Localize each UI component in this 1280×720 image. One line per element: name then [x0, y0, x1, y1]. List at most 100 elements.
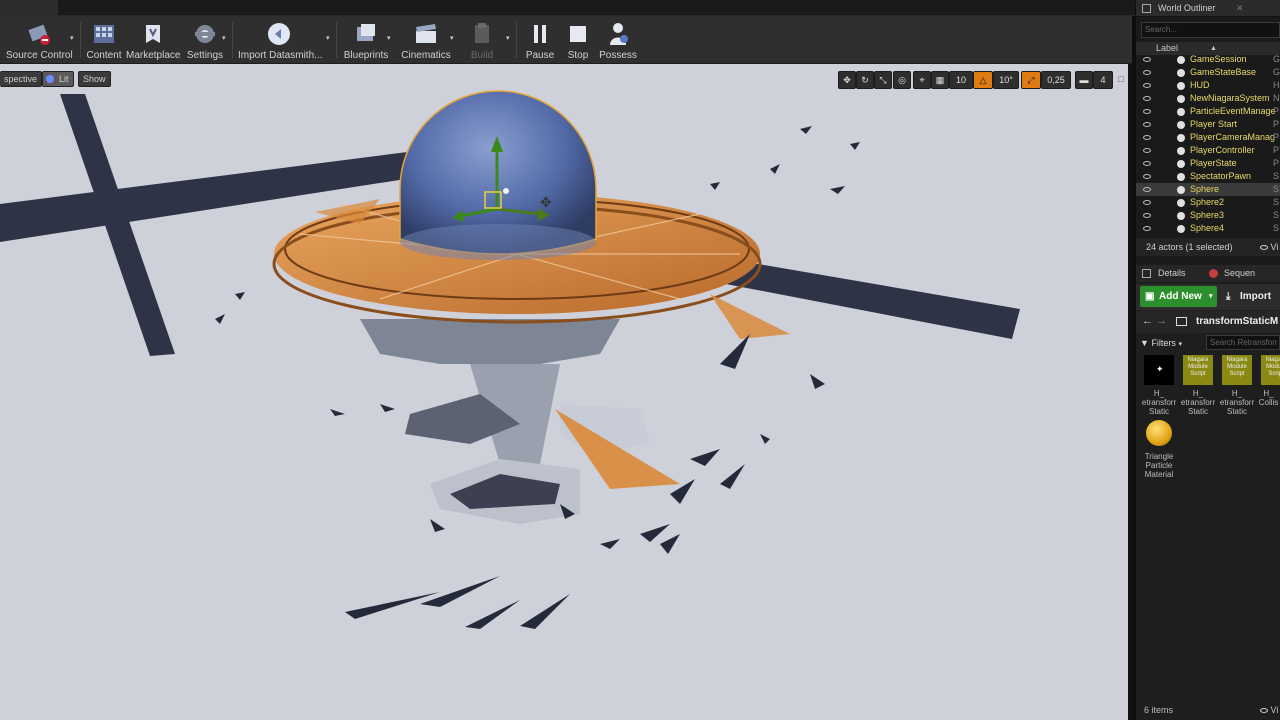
chevron-down-icon: ▾	[1178, 341, 1182, 348]
visibility-eye-icon[interactable]	[1143, 187, 1151, 192]
asset-tile[interactable]: Triangle Particle Material	[1140, 418, 1178, 479]
import-button[interactable]: ⤓ Import	[1222, 286, 1278, 307]
actor-type: N	[1273, 93, 1280, 103]
rotation-snap-value[interactable]: 10°	[993, 71, 1019, 89]
level-viewport[interactable]: ✥ spective Lit Show ✥ ↻ ⤡ ◎ ⌖ ▦ 10 △ 10°…	[0, 64, 1132, 720]
visibility-eye-icon[interactable]	[1143, 122, 1151, 127]
filters-button[interactable]: ▼ Filters ▾	[1140, 336, 1182, 352]
actor-icon	[1177, 160, 1185, 168]
current-path[interactable]: transformStaticM	[1196, 311, 1278, 333]
import-datasmith-button[interactable]: Import Datasmith...	[238, 18, 322, 62]
outliner-row[interactable]: Sphere2 S	[1136, 196, 1280, 209]
outliner-tab[interactable]: World Outliner ✕	[1136, 0, 1280, 17]
camera-speed-icon[interactable]: ▬	[1075, 71, 1093, 89]
visibility-eye-icon[interactable]	[1143, 213, 1151, 218]
outliner-row[interactable]: GameSession G	[1136, 53, 1280, 66]
outliner-row[interactable]: Sphere S	[1136, 183, 1280, 196]
outliner-row[interactable]: PlayerController P	[1136, 144, 1280, 157]
show-button[interactable]: Show	[78, 71, 111, 87]
close-icon[interactable]: ✕	[1236, 0, 1280, 17]
actor-type: H	[1273, 80, 1280, 90]
visibility-eye-icon[interactable]	[1143, 135, 1151, 140]
rotate-mode-icon[interactable]: ↻	[856, 71, 874, 89]
visibility-eye-icon[interactable]	[1143, 83, 1151, 88]
material-thumbnail	[1144, 418, 1174, 448]
outliner-row[interactable]: NewNiagaraSystem N	[1136, 92, 1280, 105]
build-button[interactable]: Build	[462, 18, 502, 62]
possess-button[interactable]: Possess	[598, 18, 638, 62]
visibility-eye-icon[interactable]	[1143, 174, 1151, 179]
separator	[336, 22, 337, 58]
visibility-eye-icon[interactable]	[1143, 148, 1151, 153]
source-control-button[interactable]: Source Control	[6, 18, 73, 62]
outliner-row[interactable]: PlayerCameraManag P	[1136, 131, 1280, 144]
content-toolbar: ▣ Add New ▾ ⤓ Import	[1136, 284, 1280, 310]
visibility-eye-icon[interactable]	[1143, 57, 1151, 62]
visibility-eye-icon[interactable]	[1143, 161, 1151, 166]
outliner-row[interactable]: Sphere4 S	[1136, 222, 1280, 235]
actor-type: S	[1273, 210, 1280, 220]
surface-snap-icon[interactable]: ⌖	[913, 71, 931, 89]
outliner-row[interactable]: ParticleEventManage P	[1136, 105, 1280, 118]
grid-snap-icon[interactable]: ▦	[931, 71, 949, 89]
asset-tile[interactable]: Niagara Module Script H_ etransforr Stat…	[1218, 355, 1256, 416]
content-button[interactable]: Content	[86, 18, 122, 62]
maximize-viewport-icon[interactable]: □	[1114, 71, 1128, 89]
level-tab[interactable]	[0, 0, 58, 16]
stop-button[interactable]: Stop	[562, 18, 594, 62]
outliner-row[interactable]: Player Start P	[1136, 118, 1280, 131]
scale-snap-value[interactable]: 0,25	[1041, 71, 1071, 89]
settings-button[interactable]: Settings	[186, 18, 224, 62]
tab-sequencer[interactable]: Sequen	[1224, 265, 1255, 282]
actor-icon	[1177, 199, 1185, 207]
blueprints-button[interactable]: Blueprints	[342, 18, 390, 62]
camera-speed-value[interactable]: 4	[1093, 71, 1113, 89]
visibility-eye-icon[interactable]	[1143, 200, 1151, 205]
possess-icon	[610, 23, 628, 45]
scene-render[interactable]: ✥	[0, 64, 1132, 720]
pedestal-top	[360, 319, 620, 364]
separator	[516, 22, 517, 58]
outliner-row[interactable]: SpectatorPawn S	[1136, 170, 1280, 183]
scale-snap-icon[interactable]: ⤢	[1021, 71, 1041, 89]
translate-mode-icon[interactable]: ✥	[838, 71, 856, 89]
main-toolbar: Source Control ▾ Content Marketplace Set…	[0, 16, 1132, 64]
build-icon	[475, 23, 489, 43]
asset-tile[interactable]: Niagara Module Script H_ Collis	[1257, 355, 1280, 407]
outliner-footer: 24 actors (1 selected) Vi	[1136, 238, 1280, 256]
world-space-icon[interactable]: ◎	[893, 71, 911, 89]
perspective-button[interactable]: spective	[0, 71, 43, 87]
outliner-row[interactable]: HUD H	[1136, 79, 1280, 92]
pause-button[interactable]: Pause	[522, 18, 558, 62]
scale-mode-icon[interactable]: ⤡	[874, 71, 892, 89]
cinematics-button[interactable]: Cinematics	[400, 18, 452, 62]
actor-name: GameSession	[1190, 54, 1247, 64]
pause-icon	[534, 25, 546, 43]
visibility-eye-icon[interactable]	[1143, 109, 1151, 114]
forward-arrow-icon[interactable]: →	[1156, 315, 1167, 327]
rotation-snap-icon[interactable]: △	[973, 71, 993, 89]
view-options-button[interactable]: Vi	[1260, 238, 1278, 256]
grid-snap-value[interactable]: 10	[949, 71, 973, 89]
visibility-eye-icon[interactable]	[1143, 70, 1151, 75]
asset-tile[interactable]: ✦ H_ etransforr Static	[1140, 355, 1178, 416]
content-search-input[interactable]: Search Retransforr	[1206, 335, 1280, 350]
cinematics-icon	[416, 24, 436, 43]
lit-button[interactable]: Lit	[42, 71, 74, 87]
marketplace-button[interactable]: Marketplace	[126, 18, 180, 62]
import-icon: ⤓	[1226, 291, 1231, 302]
move-cursor-icon: ✥	[540, 195, 552, 211]
outliner-row[interactable]: Sphere3 S	[1136, 209, 1280, 222]
tab-details[interactable]: Details	[1158, 265, 1186, 282]
back-arrow-icon[interactable]: ←	[1142, 315, 1153, 327]
visibility-eye-icon[interactable]	[1143, 226, 1151, 231]
actor-icon	[1177, 56, 1185, 64]
add-new-button[interactable]: ▣ Add New ▾	[1140, 286, 1217, 307]
filter-icon: ▼	[1140, 338, 1149, 348]
asset-tile[interactable]: Niagara Module Script H_ etransforr Stat…	[1179, 355, 1217, 416]
outliner-row[interactable]: PlayerState P	[1136, 157, 1280, 170]
outliner-row[interactable]: GameStateBase G	[1136, 66, 1280, 79]
view-options-button[interactable]: Vi	[1260, 705, 1278, 715]
outliner-search-input[interactable]: Search...	[1141, 22, 1280, 38]
visibility-eye-icon[interactable]	[1143, 96, 1151, 101]
